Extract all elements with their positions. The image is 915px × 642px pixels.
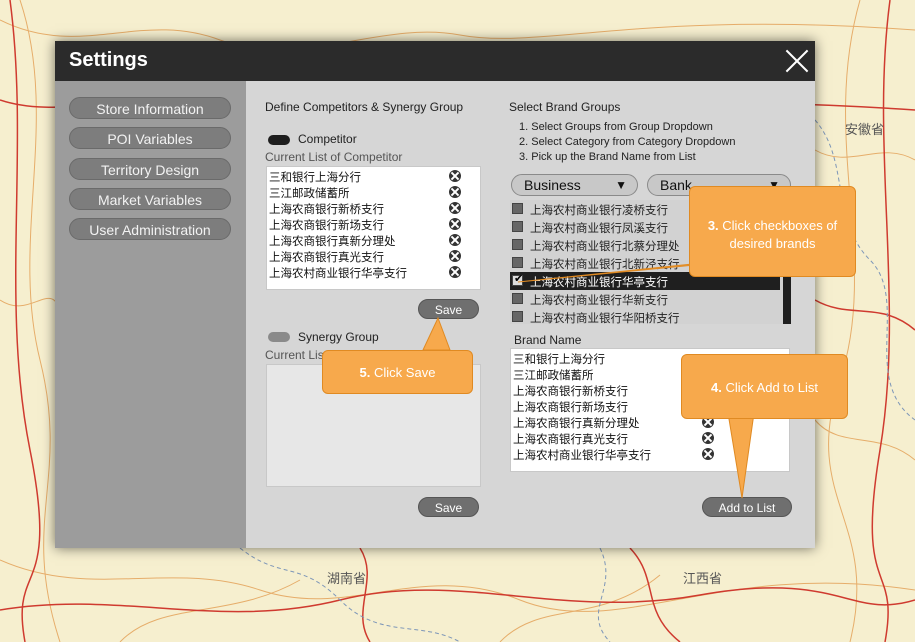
- callout-pointers: [422, 261, 755, 499]
- callout-step-3-text: Click checkboxes of desired brands: [722, 218, 838, 251]
- callout-step-4: 4. Click Add to List: [681, 354, 848, 419]
- callout-step-5-text: Click Save: [374, 365, 436, 380]
- callout-step-3: 3. Click checkboxes of desired brands: [689, 186, 856, 277]
- callout-step-5: 5. Click Save: [322, 350, 473, 394]
- callout-step-5-number: 5.: [359, 365, 371, 380]
- callout-step-4-text: Click Add to List: [725, 380, 818, 395]
- callout-step-3-number: 3.: [707, 218, 719, 233]
- callout-step-4-number: 4.: [711, 380, 722, 395]
